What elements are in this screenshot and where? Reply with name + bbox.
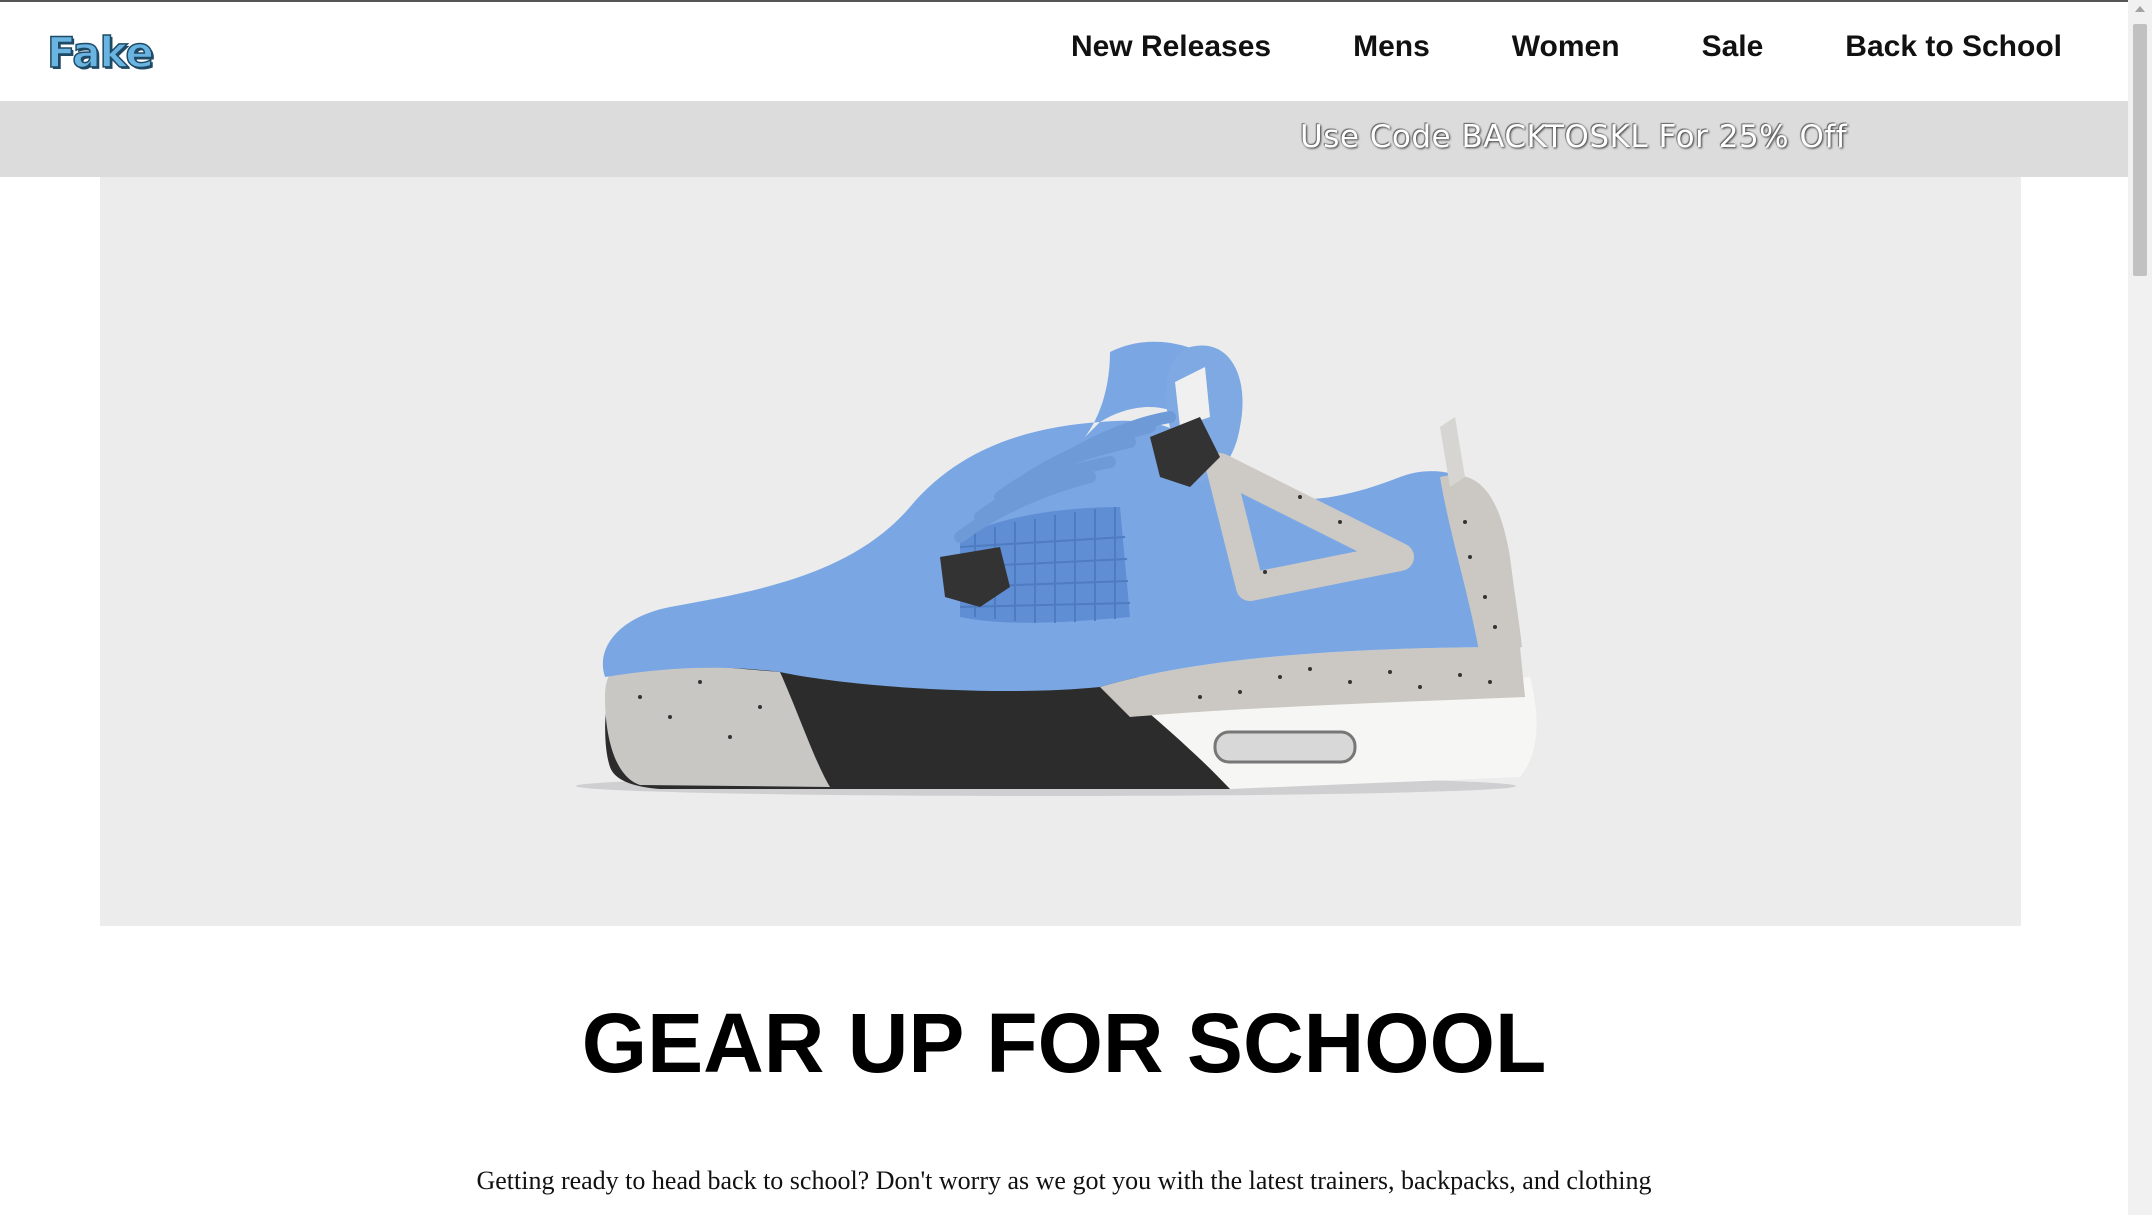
nav-mens[interactable]: Mens: [1353, 30, 1430, 64]
promo-text: Use Code BACKTOSKL For 25% Off: [1300, 119, 1848, 155]
brand-logo[interactable]: Fake: [46, 27, 154, 78]
blue-sneaker-image: [576, 341, 1537, 796]
main-nav: New Releases Mens Women Sale Back to Sch…: [989, 30, 2062, 64]
vertical-scrollbar[interactable]: [2128, 0, 2152, 1215]
nav-women[interactable]: Women: [1512, 30, 1620, 64]
intro-text: Getting ready to head back to school? Do…: [476, 1166, 1652, 1195]
nav-sale[interactable]: Sale: [1702, 30, 1764, 64]
hero-banner[interactable]: [100, 177, 2021, 926]
scroll-up-arrow-icon[interactable]: [2135, 6, 2145, 12]
nav-back-to-school[interactable]: Back to School: [1845, 30, 2062, 64]
scroll-thumb[interactable]: [2133, 24, 2147, 276]
page: Fake New Releases Mens Women Sale Back t…: [0, 0, 2128, 1215]
page-headline: GEAR UP FOR SCHOOL: [581, 996, 1547, 1090]
nav-new-releases[interactable]: New Releases: [1071, 30, 1271, 64]
promo-banner: Use Code BACKTOSKL For 25% Off: [0, 101, 2128, 177]
site-header: Fake New Releases Mens Women Sale Back t…: [0, 2, 2128, 101]
